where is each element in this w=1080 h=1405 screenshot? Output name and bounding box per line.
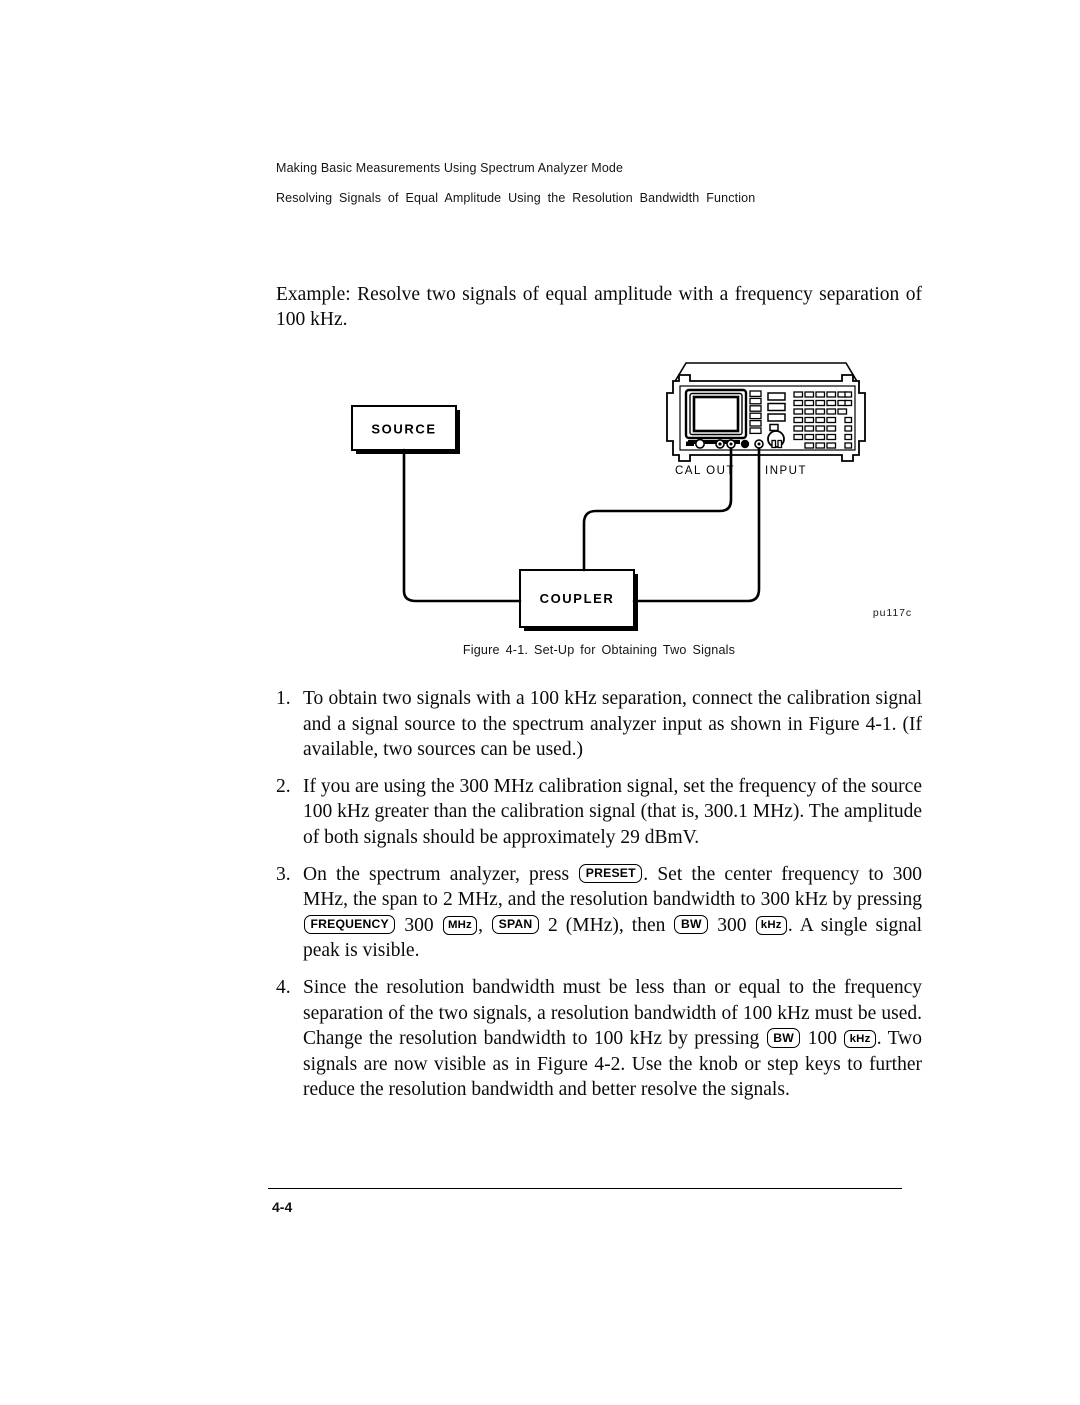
footer-divider (268, 1188, 902, 1189)
step-3-text-part-3: 300 (396, 914, 442, 936)
line-switch (686, 441, 694, 446)
key-bw[interactable]: BW (674, 915, 709, 935)
step-2: 2. If you are using the 300 MHz calibrat… (276, 774, 922, 851)
coupler-block-label: COUPLER (540, 591, 615, 606)
key-bw-2[interactable]: BW (766, 1028, 801, 1048)
procedure-steps: 1. To obtain two signals with a 100 kHz … (276, 686, 922, 1103)
step-4-text-part-2: 100 (801, 1028, 844, 1050)
step-2-number: 2. (276, 775, 291, 797)
step-3-text-part-1: On the spectrum analyzer, press (303, 863, 579, 885)
step-3-number: 3. (276, 863, 291, 885)
analyzer-top-cover (672, 362, 860, 384)
figure-artwork-id: pu117c (872, 607, 912, 619)
step-1-number: 1. (276, 688, 291, 709)
header-section-title: Resolving Signals of Equal Amplitude Usi… (276, 191, 756, 205)
step-1-text: To obtain two signals with a 100 kHz sep… (303, 688, 922, 761)
figure-caption: Figure 4-1. Set-Up for Obtaining Two Sig… (462, 643, 736, 657)
source-block: SOURCE (351, 405, 460, 454)
running-header: Making Basic Measurements Using Spectrum… (276, 160, 956, 206)
step-3-text-part-6: 300 (709, 914, 755, 936)
spectrum-analyzer-illustration (666, 362, 866, 462)
cable-source-to-coupler (402, 448, 522, 603)
document-page: Making Basic Measurements Using Spectrum… (0, 0, 1080, 1405)
step-3-text-part-4: , (478, 914, 492, 936)
key-mhz[interactable]: MHz (442, 916, 478, 936)
page-number: 4-4 (272, 1199, 293, 1215)
key-khz[interactable]: kHz (755, 916, 787, 936)
step-3-text: On the spectrum analyzer, press PRESET. … (303, 862, 922, 964)
key-khz-2[interactable]: kHz (844, 1029, 876, 1049)
key-span[interactable]: SPAN (492, 915, 539, 935)
step-2-text: If you are using the 300 MHz calibration… (303, 775, 922, 848)
crt-screen (692, 395, 740, 433)
step-3: 3. On the spectrum analyzer, press PRESE… (276, 862, 922, 964)
step-3-text-part-5: 2 (MHz), then (539, 914, 674, 936)
coupler-block: COUPLER (519, 569, 638, 631)
step-1: 1. To obtain two signals with a 100 kHz … (276, 686, 922, 763)
right-key-column (844, 391, 853, 449)
step-4: 4. Since the resolution bandwidth must b… (276, 975, 922, 1103)
source-block-label: SOURCE (371, 422, 436, 437)
step-4-text: Since the resolution bandwidth must be l… (303, 975, 922, 1103)
example-paragraph: Example: Resolve two signals of equal am… (276, 284, 922, 330)
header-chapter-title: Making Basic Measurements Using Spectrum… (276, 161, 624, 175)
setup-diagram: CAL OUT INPUT SOURCE COUPLER (351, 362, 866, 631)
key-preset[interactable]: PRESET (579, 863, 643, 884)
input-port-label: INPUT (765, 465, 807, 477)
key-frequency[interactable]: FREQUENCY (304, 915, 396, 935)
step-4-number: 4. (276, 976, 291, 998)
power-button (694, 438, 705, 449)
cal-out-port-label: CAL OUT (675, 465, 735, 477)
figure-4-1: CAL OUT INPUT SOURCE COUPLER pu117c Figu… (276, 355, 922, 665)
aux-connector (740, 439, 750, 449)
